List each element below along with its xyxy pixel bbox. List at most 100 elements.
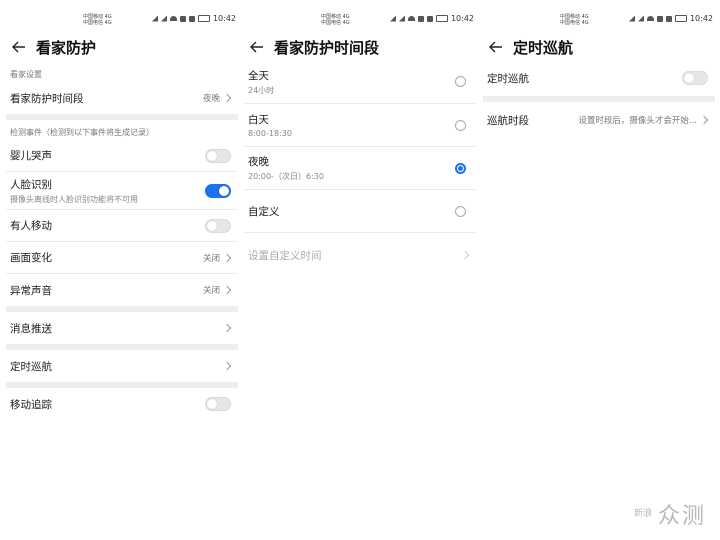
item-label: 巡航时段 [487,114,529,127]
nfc-icon [180,15,186,22]
nfc-icon [418,15,424,22]
item-value: 关闭 [202,253,220,264]
option-all-day[interactable]: 全天 24小时 [244,60,476,104]
motion-item: 有人移动 [6,210,238,242]
battery-icon [198,15,210,22]
item-label: 定时巡航 [487,72,529,85]
back-arrow-icon[interactable] [248,38,266,56]
chevron-right-icon [460,250,470,260]
home-protection-screen: 中国移动 4G 中国电信 4G 10:42 看家防护 看家设置 看家防护时间段 夜… [6,0,238,500]
watermark: 新浪 众测 [634,498,706,530]
custom-time-item: 设置自定义时间 [244,233,476,277]
status-bar: 中国移动 4G 中国电信 4G 10:42 [244,0,476,34]
section-header: 检测事件（检测到以下事件将生成记录） [10,128,154,137]
option-label: 自定义 [248,205,280,218]
wifi-icon [408,16,415,21]
item-sublabel: 摄像头离线时人脸识别功能将不可用 [10,194,138,204]
scheduled-patrol-screen: 中国移动 4G 中国电信 4G 10:42 定时巡航 定时巡航 巡航时段 设置时段… [483,0,715,500]
item-label: 有人移动 [10,220,52,232]
chevron-right-icon [699,115,709,125]
app-bar: 看家防护时间段 [244,34,476,60]
item-value: 关闭 [202,286,220,296]
chevron-right-icon [222,285,232,295]
item-label: 画面变化 [10,252,52,264]
watermark-logo: 新浪 [633,508,652,519]
item-label: 婴儿哭声 [10,150,52,162]
chevron-right-icon [222,361,232,371]
option-sublabel: 24小时 [248,85,275,95]
option-sublabel: 20:00-（次日）6:30 [248,172,324,181]
vibrate-icon [666,15,672,22]
item-label: 移动追踪 [10,398,52,411]
section-header: 看家设置 [10,70,42,79]
scheduled-patrol-toggle[interactable] [682,71,708,85]
option-label: 全天 [248,69,269,82]
clock: 10:42 [212,14,236,23]
motion-toggle[interactable] [205,218,231,233]
battery-icon [675,15,687,22]
signal-icon [399,15,405,22]
back-arrow-icon[interactable] [10,38,28,56]
page-title: 定时巡航 [513,38,574,57]
back-arrow-icon[interactable] [487,38,505,56]
option-night[interactable]: 夜晚 20:00-（次日）6:30 [244,147,476,190]
option-sublabel: 8:00-18:30 [248,129,292,138]
item-label: 人脸识别 [10,178,52,191]
clock: 10:42 [450,14,474,23]
option-label: 白天 [248,114,269,126]
wifi-icon [170,16,177,21]
radio-button[interactable] [455,76,466,87]
item-value: 夜晚 [202,94,220,104]
protection-period-item[interactable]: 看家防护时间段 夜晚 [6,82,238,114]
radio-button[interactable] [455,205,466,217]
clock: 10:42 [689,14,713,23]
abnormal-sound-item[interactable]: 异常声音 关闭 [6,274,238,306]
signal-icon [390,15,396,22]
status-bar: 中国移动 4G 中国电信 4G 10:42 [6,0,238,34]
chevron-right-icon [222,93,232,103]
scheduled-patrol-item: 定时巡航 [483,60,715,96]
scheduled-patrol-item[interactable]: 定时巡航 [6,350,238,382]
signal-icon [629,15,635,22]
option-label: 夜晚 [248,156,269,168]
chevron-right-icon [222,323,232,333]
message-push-item[interactable]: 消息推送 [6,312,238,344]
vibrate-icon [189,15,195,22]
watermark-text: 众测 [657,504,706,529]
signal-icon [161,15,167,22]
app-bar: 定时巡航 [483,34,715,60]
option-daytime[interactable]: 白天 8:00-18:30 [244,104,476,147]
item-label: 定时巡航 [10,360,52,373]
wifi-icon [647,16,654,21]
battery-icon [436,15,448,22]
face-recognition-item: 人脸识别摄像头离线时人脸识别功能将不可用 [6,172,238,210]
scene-change-item[interactable]: 画面变化 关闭 [6,242,238,274]
status-bar: 中国移动 4G 中国电信 4G 10:42 [483,0,715,34]
signal-icon [638,15,644,22]
radio-button-selected[interactable] [455,162,466,174]
baby-cry-toggle[interactable] [205,148,231,163]
page-title: 看家防护时间段 [274,38,380,57]
item-label: 看家防护时间段 [10,92,84,105]
radio-button[interactable] [455,119,466,131]
carrier-2: 中国电信 4G [321,20,350,26]
face-recognition-toggle[interactable] [205,183,231,198]
option-custom[interactable]: 自定义 [244,190,476,233]
motion-tracking-item: 移动追踪 [6,388,238,420]
protection-period-screen: 中国移动 4G 中国电信 4G 10:42 看家防护时间段 全天 24小时 白天 8:… [244,0,476,500]
baby-cry-item: 婴儿哭声 [6,140,238,172]
item-label: 设置自定义时间 [248,249,322,262]
item-label: 异常声音 [10,284,52,297]
item-label: 消息推送 [10,322,52,335]
carrier-2: 中国电信 4G [83,20,112,26]
item-value: 设置时段后，摄像头才会开始... [578,116,697,126]
patrol-period-item[interactable]: 巡航时段 设置时段后，摄像头才会开始... [483,102,715,138]
page-title: 看家防护 [36,38,97,57]
carrier-2: 中国电信 4G [560,20,589,26]
motion-tracking-toggle[interactable] [205,397,231,411]
signal-icon [152,15,158,22]
vibrate-icon [427,15,433,22]
nfc-icon [657,15,663,22]
chevron-right-icon [222,253,232,262]
app-bar: 看家防护 [6,34,238,60]
